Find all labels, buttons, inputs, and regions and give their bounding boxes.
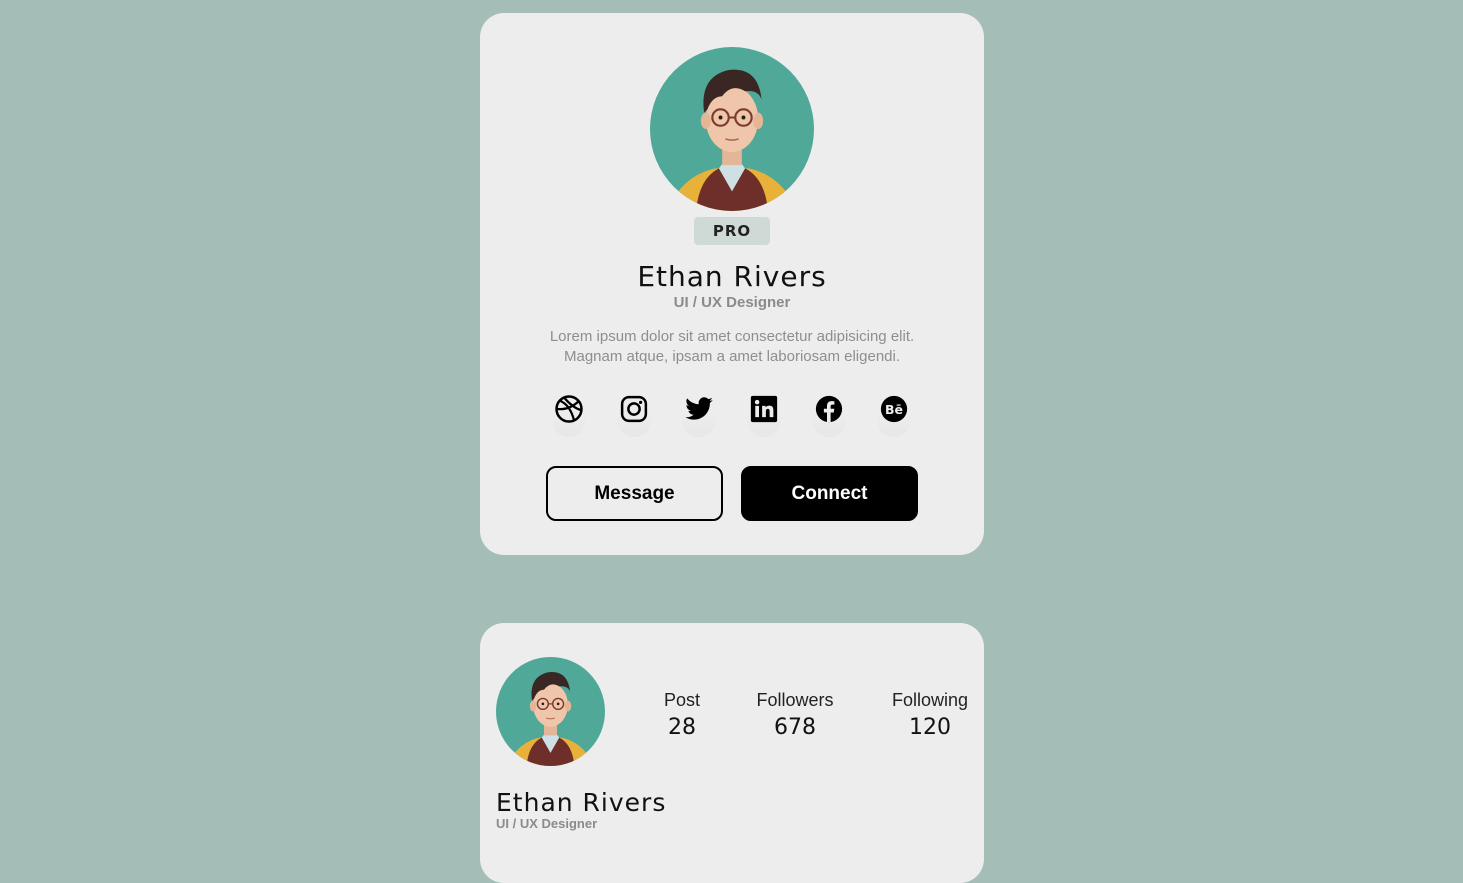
- social-links: Bē: [552, 391, 912, 443]
- profile-card: PRO Ethan Rivers UI / UX Designer Lorem …: [480, 13, 984, 555]
- twitter-link[interactable]: [682, 391, 716, 437]
- facebook-icon: [815, 395, 843, 423]
- profile-role: UI / UX Designer: [496, 816, 598, 831]
- pro-badge: PRO: [694, 217, 770, 245]
- avatar: [496, 657, 605, 766]
- profile-role: UI / UX Designer: [673, 294, 791, 311]
- instagram-icon: [620, 395, 648, 423]
- twitter-icon: [685, 397, 713, 420]
- instagram-link[interactable]: [617, 391, 651, 437]
- profile-bio: Lorem ipsum dolor sit amet consectetur a…: [532, 327, 932, 367]
- svg-text:Bē: Bē: [885, 402, 903, 417]
- bio-line: Magnam atque, ipsam a amet laboriosam el…: [563, 348, 900, 365]
- stats-card: Post 28 Followers 678 Following 120 Etha…: [480, 623, 984, 883]
- behance-icon: Bē: [880, 395, 908, 423]
- avatar: [650, 47, 814, 211]
- linkedin-icon: [750, 395, 778, 423]
- profile-name: Ethan Rivers: [496, 788, 667, 817]
- stat-followers[interactable]: Followers 678: [748, 689, 842, 743]
- bio-line: Lorem ipsum dolor sit amet consectetur a…: [549, 328, 915, 345]
- avatar-portrait-image: [650, 47, 814, 211]
- stat-following[interactable]: Following 120: [884, 689, 976, 743]
- stat-label: Following: [891, 690, 969, 710]
- stat-label: Post: [663, 690, 701, 710]
- stat-post: Post 28: [654, 689, 710, 743]
- stat-value: 28: [668, 715, 696, 740]
- dribbble-link[interactable]: [552, 391, 586, 437]
- dribbble-icon: [555, 395, 583, 423]
- stat-label: Followers: [756, 690, 834, 710]
- stat-value: 678: [774, 715, 816, 740]
- connect-button[interactable]: Connect: [741, 466, 918, 521]
- behance-link[interactable]: Bē: [877, 391, 911, 437]
- message-button[interactable]: Message: [546, 466, 723, 521]
- linkedin-link[interactable]: [747, 391, 781, 437]
- facebook-link[interactable]: [812, 391, 846, 437]
- stat-value: 120: [909, 715, 951, 740]
- profile-name: Ethan Rivers: [637, 260, 827, 293]
- avatar-portrait-image: [496, 657, 605, 766]
